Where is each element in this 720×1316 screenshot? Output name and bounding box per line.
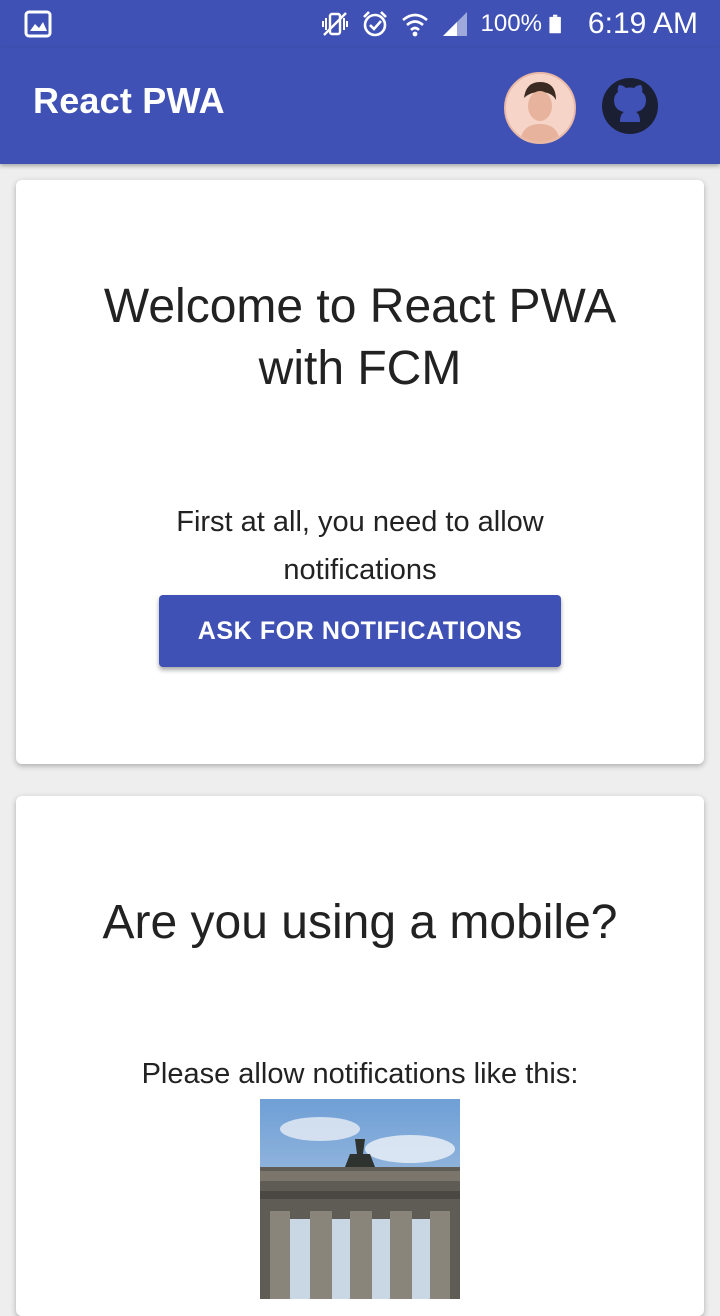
avatar[interactable]	[504, 72, 576, 144]
mobile-text: Please allow notifications like this:	[141, 1058, 579, 1090]
welcome-title-line2: with FCM	[258, 342, 462, 395]
mobile-card: Are you using a mobile? Please allow not…	[16, 796, 704, 1316]
clock: 6:19 AM	[587, 7, 698, 40]
status-bar: 100% 6:19 AM	[0, 0, 720, 48]
welcome-text-line2: notifications	[283, 554, 437, 586]
mobile-title: Are you using a mobile?	[102, 896, 618, 949]
welcome-card: Welcome to React PWA with FCM First at a…	[16, 180, 704, 764]
welcome-title-line1: Welcome to React PWA	[103, 280, 617, 333]
signal-icon	[442, 12, 467, 36]
welcome-title: Welcome to React PWA with FCM	[16, 276, 704, 400]
alarm-icon	[362, 11, 387, 37]
vibrate-icon	[321, 12, 348, 36]
github-icon[interactable]	[600, 76, 660, 136]
welcome-text: First at all, you need to allow notifica…	[16, 498, 704, 594]
app-bar: React PWA	[0, 48, 720, 164]
app-title: React PWA	[33, 80, 225, 121]
ask-for-notifications-button[interactable]: ASK FOR NOTIFICATIONS	[159, 595, 561, 667]
status-icons: 100% 6:19 AM	[309, 6, 698, 42]
battery-percentage: 100%	[480, 10, 542, 37]
wifi-icon	[401, 13, 428, 37]
welcome-text-line1: First at all, you need to allow	[176, 506, 544, 538]
image-icon	[24, 10, 52, 38]
brandenburg-gate-photo	[260, 1099, 460, 1299]
battery-icon	[549, 14, 561, 34]
avatar-image	[506, 74, 574, 142]
